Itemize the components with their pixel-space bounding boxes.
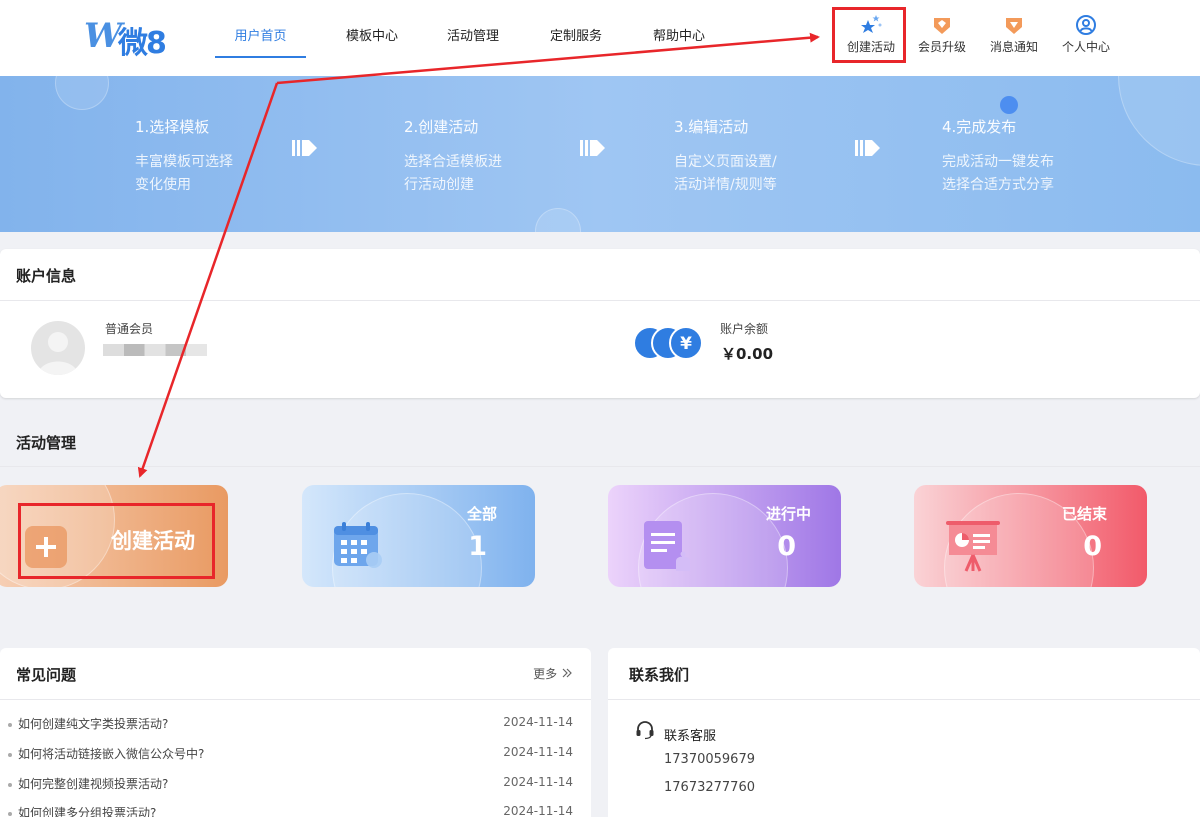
faq-question: 如何完整创建视频投票活动? (18, 777, 169, 791)
faq-question: 如何将活动链接嵌入微信公众号中? (18, 747, 205, 761)
profile-label: 个人中心 (1061, 40, 1110, 54)
faq-card: 常见问题 更多 如何创建纯文字类投票活动? 2024-11-14 如何将活动链接… (0, 648, 591, 817)
activity-divider (0, 466, 1200, 467)
svg-text:¥: ¥ (680, 334, 692, 354)
vip-badge-icon (906, 14, 978, 36)
stat-all-count: 1 (468, 531, 487, 562)
step-3-desc-line1: 自定义页面设置/ (674, 154, 777, 170)
faq-title: 常见问题 (16, 666, 77, 684)
stat-card-ongoing[interactable]: 进行中 0 (608, 485, 841, 587)
faq-item[interactable]: 如何完整创建视频投票活动? (8, 775, 168, 792)
masked-username (103, 344, 207, 356)
account-card: 账户信息 普通会员 ¥ 账户余额 ￥0.00 (0, 249, 1200, 398)
balance-value: ￥0.00 (721, 345, 774, 363)
faq-more-link[interactable]: 更多 (533, 665, 573, 682)
bell-badge-icon (978, 14, 1050, 36)
steps-banner: 1.选择模板 丰富模板可选择 变化使用 2.创建活动 选择合适模板进 行活动创建… (0, 76, 1200, 232)
phone-number: 17370059679 (664, 752, 755, 767)
user-circle-icon (1050, 14, 1122, 36)
create-activity-highlight-box (832, 7, 906, 63)
step-1: 1.选择模板 丰富模板可选择 变化使用 (135, 116, 233, 197)
step-4-desc-line2: 选择合适方式分享 (942, 177, 1054, 193)
faq-date: 2024-11-14 (503, 775, 573, 789)
activity-section-title: 活动管理 (16, 434, 77, 452)
step-1-desc-line1: 丰富模板可选择 (135, 154, 233, 170)
stat-ended-label: 已结束 (1061, 505, 1107, 523)
logo-letter: W (84, 16, 123, 56)
bullet-dot (8, 782, 12, 787)
faq-divider (0, 699, 591, 700)
logo-text: 微8 (118, 26, 167, 61)
faq-question: 如何创建多分组投票活动? (18, 806, 157, 817)
bullet-dot (8, 811, 12, 816)
stat-card-ended[interactable]: 已结束 0 (914, 485, 1147, 587)
faq-question: 如何创建纯文字类投票活动? (18, 717, 169, 731)
headset-icon (635, 720, 655, 744)
nav-custom-service[interactable]: 定制服务 (522, 0, 630, 76)
step-1-desc-line2: 变化使用 (135, 177, 191, 193)
contact-card: 联系我们 联系客服 17370059679 17673277760 (608, 648, 1200, 817)
bullet-dot (8, 752, 12, 757)
phone-number: 17673277760 (664, 780, 755, 795)
step-arrow-icon (855, 136, 881, 164)
stat-card-all[interactable]: 全部 1 (302, 485, 535, 587)
main-nav: 用户首页 模板中心 活动管理 定制服务 帮助中心 (215, 0, 728, 76)
step-2-title: 2.创建活动 (404, 118, 479, 136)
contact-title: 联系我们 (629, 666, 690, 684)
banner-bubble (535, 208, 581, 232)
stat-ongoing-label: 进行中 (765, 505, 811, 523)
step-1-title: 1.选择模板 (135, 118, 210, 136)
step-2-desc-line2: 行活动创建 (404, 177, 474, 193)
notifications-button[interactable]: 消息通知 (978, 14, 1050, 60)
faq-item[interactable]: 如何将活动链接嵌入微信公众号中? (8, 745, 204, 762)
step-arrow-icon (580, 136, 606, 164)
step-4: 4.完成发布 完成活动一键发布 选择合适方式分享 (942, 116, 1054, 197)
faq-date: 2024-11-14 (503, 745, 573, 759)
profile-button[interactable]: 个人中心 (1050, 14, 1122, 60)
faq-item[interactable]: 如何创建多分组投票活动? (8, 804, 156, 817)
step-3-title: 3.编辑活动 (674, 118, 749, 136)
stat-all-label: 全部 (466, 505, 497, 523)
step-4-title: 4.完成发布 (942, 118, 1017, 136)
faq-item[interactable]: 如何创建纯文字类投票活动? (8, 715, 168, 732)
account-divider (0, 300, 1200, 301)
vip-upgrade-label: 会员升级 (917, 40, 966, 54)
banner-bubble (1118, 76, 1200, 166)
vip-upgrade-button[interactable]: 会员升级 (906, 14, 978, 60)
step-3: 3.编辑活动 自定义页面设置/ 活动详情/规则等 (674, 116, 777, 197)
document-bell-icon (642, 519, 698, 579)
coins-icon: ¥ (633, 325, 705, 361)
step-4-desc-line1: 完成活动一键发布 (942, 154, 1054, 170)
banner-dot (1000, 96, 1018, 114)
faq-more-label: 更多 (533, 667, 558, 681)
avatar[interactable] (31, 321, 85, 375)
service-label: 联系客服 (664, 729, 717, 744)
nav-help[interactable]: 帮助中心 (630, 0, 728, 76)
balance-label: 账户余额 (720, 322, 769, 336)
create-card-highlight-box (18, 503, 215, 579)
brand-logo[interactable]: W 微8 (84, 14, 184, 61)
stat-ended-count: 0 (1083, 531, 1102, 562)
faq-date: 2024-11-14 (503, 804, 573, 817)
step-3-desc-line2: 活动详情/规则等 (674, 177, 777, 193)
top-header: W 微8 用户首页 模板中心 活动管理 定制服务 帮助中心 创建活动 会员升级 … (0, 0, 1200, 76)
notifications-label: 消息通知 (989, 40, 1038, 54)
banner-bubble (55, 76, 109, 110)
stat-ongoing-count: 0 (777, 531, 796, 562)
double-chevron-right-icon (561, 667, 573, 681)
member-level: 普通会员 (105, 322, 154, 336)
step-2: 2.创建活动 选择合适模板进 行活动创建 (404, 116, 502, 197)
nav-templates[interactable]: 模板中心 (320, 0, 424, 76)
step-2-desc-line1: 选择合适模板进 (404, 154, 502, 170)
nav-home[interactable]: 用户首页 (215, 0, 306, 76)
account-title: 账户信息 (16, 267, 77, 285)
calendar-icon (332, 520, 386, 578)
contact-divider (608, 699, 1200, 700)
presentation-board-icon (944, 517, 1004, 581)
nav-activities[interactable]: 活动管理 (424, 0, 522, 76)
faq-date: 2024-11-14 (503, 715, 573, 729)
bullet-dot (8, 722, 12, 727)
step-arrow-icon (292, 136, 318, 164)
